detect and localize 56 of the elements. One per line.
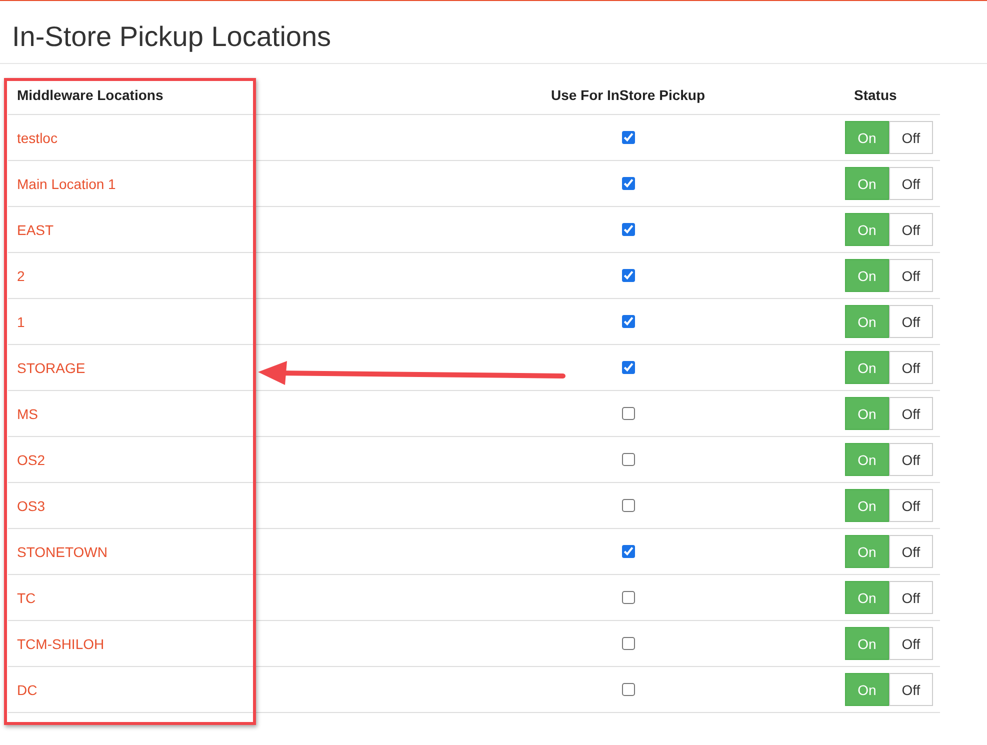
off-button[interactable]: Off bbox=[889, 397, 933, 430]
off-button[interactable]: Off bbox=[889, 305, 933, 338]
on-button[interactable]: On bbox=[845, 397, 889, 430]
page-title: In-Store Pickup Locations bbox=[0, 1, 987, 64]
location-link[interactable]: TC bbox=[8, 590, 36, 606]
off-button[interactable]: Off bbox=[889, 581, 933, 614]
off-button[interactable]: Off bbox=[889, 213, 933, 246]
location-link[interactable]: testloc bbox=[8, 130, 58, 146]
off-button[interactable]: Off bbox=[889, 121, 933, 154]
off-button[interactable]: Off bbox=[889, 627, 933, 660]
location-link[interactable]: OS3 bbox=[8, 498, 46, 514]
location-link[interactable]: DC bbox=[8, 682, 38, 698]
pickup-checkbox[interactable] bbox=[622, 453, 634, 466]
column-header: Use For InStore Pickup bbox=[550, 87, 706, 103]
on-button[interactable]: On bbox=[845, 535, 889, 568]
pickup-checkbox[interactable] bbox=[622, 591, 634, 604]
pickup-checkbox[interactable] bbox=[622, 177, 634, 190]
column-header: Middleware Locations bbox=[16, 87, 164, 103]
on-button[interactable]: On bbox=[845, 627, 889, 660]
on-button[interactable]: On bbox=[845, 351, 889, 384]
on-button[interactable]: On bbox=[845, 259, 889, 292]
location-link[interactable]: TCM-SHILOH bbox=[8, 636, 104, 652]
on-button[interactable]: On bbox=[845, 305, 889, 338]
pickup-checkbox[interactable] bbox=[622, 315, 634, 328]
pickup-checkbox[interactable] bbox=[622, 545, 634, 558]
on-button[interactable]: On bbox=[845, 443, 889, 476]
off-button[interactable]: Off bbox=[889, 259, 933, 292]
location-link[interactable]: STONETOWN bbox=[8, 544, 108, 560]
location-link[interactable]: 2 bbox=[8, 268, 25, 284]
column-header: Status bbox=[853, 87, 897, 103]
off-button[interactable]: Off bbox=[889, 535, 933, 568]
location-link[interactable]: STORAGE bbox=[8, 360, 86, 376]
on-button[interactable]: On bbox=[845, 213, 889, 246]
pickup-checkbox[interactable] bbox=[622, 131, 634, 144]
off-button[interactable]: Off bbox=[889, 673, 933, 706]
on-button[interactable]: On bbox=[845, 167, 889, 200]
pickup-checkbox[interactable] bbox=[622, 269, 634, 282]
location-link[interactable]: 1 bbox=[8, 314, 25, 330]
on-button[interactable]: On bbox=[845, 581, 889, 614]
pickup-checkbox[interactable] bbox=[622, 407, 634, 420]
pickup-checkbox[interactable] bbox=[622, 499, 634, 512]
location-link[interactable]: EAST bbox=[8, 222, 54, 238]
on-button[interactable]: On bbox=[845, 489, 889, 522]
on-button[interactable]: On bbox=[845, 121, 889, 154]
pickup-checkbox[interactable] bbox=[622, 361, 634, 374]
on-button[interactable]: On bbox=[845, 673, 889, 706]
pickup-checkbox[interactable] bbox=[622, 223, 634, 236]
pickup-checkbox[interactable] bbox=[622, 637, 634, 650]
location-link[interactable]: MS bbox=[8, 406, 38, 422]
pickup-checkbox[interactable] bbox=[622, 683, 634, 696]
location-link[interactable]: OS2 bbox=[8, 452, 46, 468]
location-link[interactable]: Main Location 1 bbox=[8, 176, 116, 192]
off-button[interactable]: Off bbox=[889, 167, 933, 200]
off-button[interactable]: Off bbox=[889, 443, 933, 476]
off-button[interactable]: Off bbox=[889, 489, 933, 522]
off-button[interactable]: Off bbox=[889, 351, 933, 384]
